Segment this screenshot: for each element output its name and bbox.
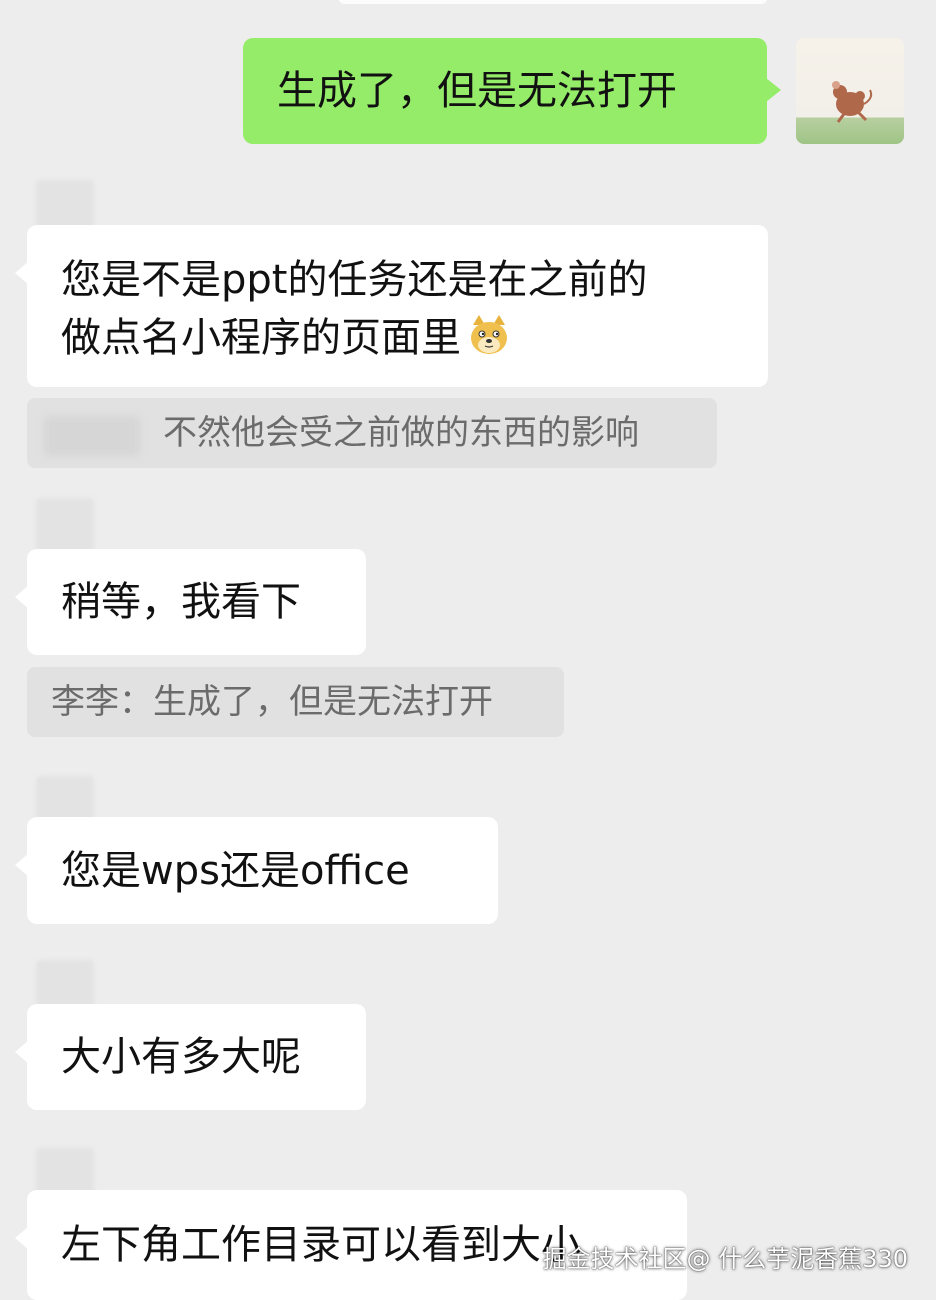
message-text: 稍等，我看下 <box>61 579 301 625</box>
contact-message-bubble[interactable]: 稍等，我看下 <box>15 549 366 655</box>
contact-message-bubble[interactable]: 您是wps还是office <box>15 817 498 924</box>
self-message-bubble[interactable]: 生成了，但是无法打开 <box>243 38 781 144</box>
message-text: 生成了，但是无法打开 <box>277 68 677 114</box>
quoted-reply[interactable]: 李李：生成了，但是无法打开 <box>27 667 564 737</box>
self-avatar[interactable] <box>796 38 904 144</box>
message-text: 左下角工作目录可以看到大小 <box>61 1222 581 1268</box>
watermark: 掘金技术社区@ 什么芋泥香蕉330 <box>542 1245 908 1273</box>
contact-avatar[interactable] <box>36 498 94 556</box>
quoted-text: 不然他会受之前做的东西的影响 <box>163 413 639 453</box>
message-text: 做点名小程序的页面里 <box>61 315 461 361</box>
previous-message-bubble <box>338 0 768 4</box>
message-text: 大小有多大呢 <box>61 1034 301 1080</box>
doge-emoji-icon <box>471 315 507 354</box>
message-text-line: 您是不是ppt的任务还是在之前的 <box>61 257 648 303</box>
message-text: 您是wps还是office <box>61 847 410 894</box>
quoted-sender-blur <box>44 416 140 456</box>
contact-message-bubble[interactable]: 大小有多大呢 <box>15 1004 366 1110</box>
message-text-line: 做点名小程序的页面里 <box>61 309 734 367</box>
cartoon-mouse-icon <box>832 81 873 123</box>
quoted-text: 李李：生成了，但是无法打开 <box>51 682 493 722</box>
contact-message-bubble[interactable]: 您是不是ppt的任务还是在之前的 做点名小程序的页面里 <box>15 225 768 387</box>
